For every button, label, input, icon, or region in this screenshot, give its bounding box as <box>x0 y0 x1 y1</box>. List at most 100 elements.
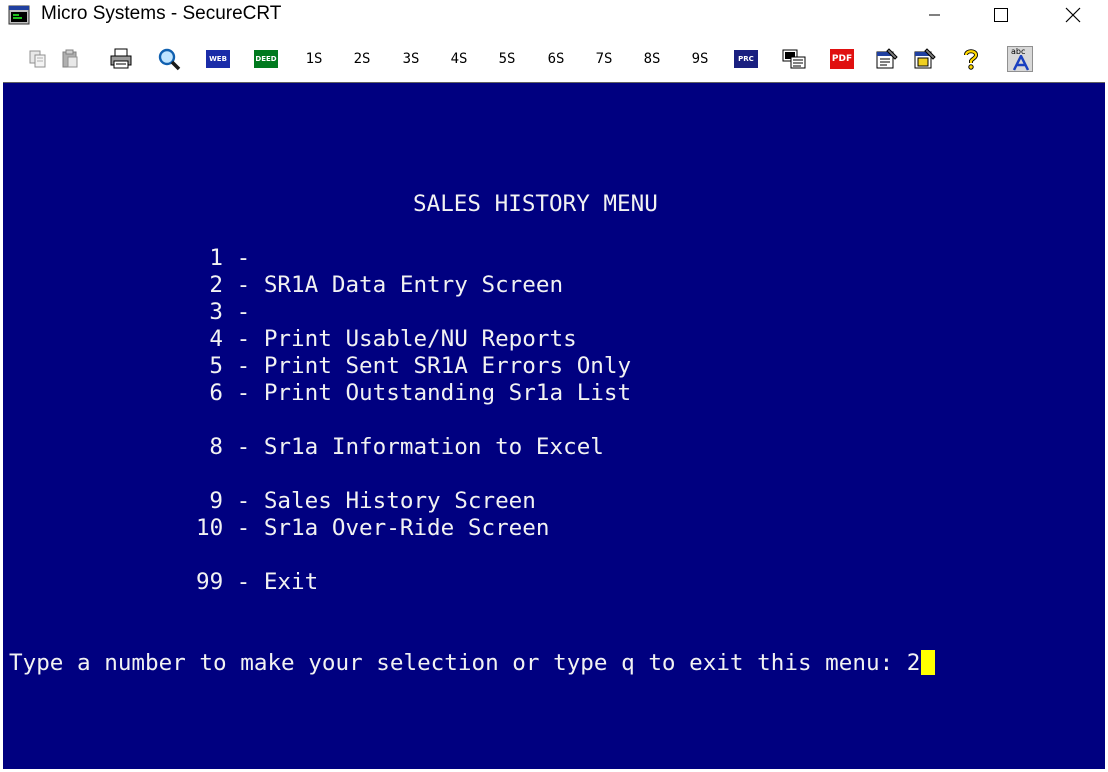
menu-item-dash: - <box>236 245 251 271</box>
menu-item: 5 - Print Sent SR1A Errors Only <box>196 353 631 380</box>
session-button-1s[interactable]: 1S <box>294 45 334 73</box>
toolbar-separator <box>145 46 146 72</box>
menu-item-number: 3 <box>209 299 223 325</box>
toolbar-separator <box>628 46 629 72</box>
proc-icon: PRC <box>734 50 758 68</box>
toolbar-separator <box>948 46 949 72</box>
menu-item-label: Print Outstanding Sr1a List <box>263 380 632 406</box>
global-options-button[interactable] <box>910 45 940 73</box>
toolbar-separator <box>771 46 772 72</box>
close-button[interactable] <box>1050 0 1096 30</box>
menu-item-number: 5 <box>209 353 223 379</box>
menu-item: 8 - Sr1a Information to Excel <box>196 434 604 461</box>
menu-item: 9 - Sales History Screen <box>196 488 536 515</box>
minimize-icon <box>929 14 940 16</box>
session-button-2s[interactable]: 2S <box>342 45 382 73</box>
session-button-8s[interactable]: 8S <box>632 45 672 73</box>
menu-item: 6 - Print Outstanding Sr1a List <box>196 380 631 407</box>
menu-item-number: 1 <box>209 245 223 271</box>
menu-item-number: 99 <box>196 569 224 595</box>
toolbar-separator <box>580 46 581 72</box>
selection-input[interactable]: 2 <box>907 650 921 676</box>
menu-item: 3 - <box>196 299 264 326</box>
session-button-7s[interactable]: 7S <box>584 45 624 73</box>
session-options-button[interactable] <box>872 45 902 73</box>
web-button[interactable]: WEB <box>202 45 234 73</box>
menu-item-label: Sr1a Over-Ride Screen <box>263 515 550 541</box>
proc-button[interactable]: PRC <box>730 45 762 73</box>
window-title: Micro Systems - SecureCRT <box>41 3 282 24</box>
session-button-9s[interactable]: 9S <box>680 45 720 73</box>
minimize-button[interactable] <box>912 0 958 30</box>
maximize-button[interactable] <box>978 0 1024 30</box>
help-icon <box>964 49 979 70</box>
help-button[interactable] <box>956 45 986 73</box>
log-session-button[interactable] <box>778 45 810 73</box>
menu-item-dash: - <box>236 353 251 379</box>
session-button-4s[interactable]: 4S <box>439 45 479 73</box>
find-button[interactable] <box>154 45 184 73</box>
spell-icon: abc <box>1007 46 1033 72</box>
print-icon <box>110 48 132 69</box>
maximize-icon <box>994 8 1008 22</box>
toolbar-separator <box>1044 46 1045 72</box>
toolbar-separator <box>996 46 997 72</box>
toolbar-separator <box>242 46 243 72</box>
menu-item: 4 - Print Usable/NU Reports <box>196 326 577 353</box>
toolbar-separator <box>338 46 339 72</box>
terminal-screen[interactable]: SALES HISTORY MENU 1 - 2 - SR1A Data Ent… <box>3 82 1105 769</box>
deed-icon: DEED <box>254 50 278 68</box>
pdf-button[interactable]: PDF <box>826 45 858 73</box>
securecrt-icon <box>8 5 30 25</box>
menu-title: SALES HISTORY MENU <box>413 191 658 217</box>
toolbar-separator <box>193 46 194 72</box>
deed-button[interactable]: DEED <box>250 45 282 73</box>
print-button[interactable] <box>106 45 136 73</box>
menu-item-dash: - <box>236 569 251 595</box>
menu-item-label: Sr1a Information to Excel <box>263 434 604 460</box>
prompt-text: Type a number to make your selection or … <box>9 650 907 676</box>
session-button-6s[interactable]: 6S <box>536 45 576 73</box>
menu-item: 99 - Exit <box>196 569 318 596</box>
global-options-icon <box>914 48 936 69</box>
menu-item-dash: - <box>236 299 251 325</box>
menu-item-number: 6 <box>209 380 223 406</box>
web-icon: WEB <box>206 50 230 68</box>
menu-item-number: 8 <box>209 434 223 460</box>
menu-item-label: Exit <box>263 569 319 595</box>
menu-item-label: SR1A Data Entry Screen <box>263 272 564 298</box>
toolbar: WEB DEED 1S 2S 3S 4S 5S 6S 7S 8S 9S PRC … <box>0 36 1108 82</box>
menu-item-dash: - <box>236 488 251 514</box>
toolbar-separator <box>14 46 15 72</box>
spell-button[interactable]: abc <box>1004 45 1036 73</box>
terminal-cursor <box>921 650 936 675</box>
find-icon <box>158 48 181 71</box>
session-button-5s[interactable]: 5S <box>487 45 527 73</box>
copy-icon <box>29 50 46 68</box>
close-icon <box>1065 7 1081 23</box>
menu-item-number: 2 <box>209 272 223 298</box>
menu-item-label: Print Sent SR1A Errors Only <box>263 353 632 379</box>
toolbar-separator <box>483 46 484 72</box>
toolbar-separator <box>724 46 725 72</box>
menu-item-dash: - <box>236 515 251 541</box>
menu-item-label: Sales History Screen <box>263 488 536 514</box>
menu-item: 1 - <box>196 245 264 272</box>
title-bar: Micro Systems - SecureCRT <box>0 0 1108 30</box>
menu-item-dash: - <box>236 380 251 406</box>
toolbar-separator <box>866 46 867 72</box>
session-button-3s[interactable]: 3S <box>391 45 431 73</box>
toolbar-separator <box>96 46 97 72</box>
menu-item-dash: - <box>236 272 251 298</box>
paste-button[interactable] <box>56 45 84 73</box>
log-session-icon <box>782 49 806 69</box>
menu-item: 2 - SR1A Data Entry Screen <box>196 272 563 299</box>
menu-item-dash: - <box>236 326 251 352</box>
toolbar-separator <box>435 46 436 72</box>
paste-icon <box>62 49 78 68</box>
toolbar-separator <box>676 46 677 72</box>
menu-item-label: Print Usable/NU Reports <box>263 326 577 352</box>
toolbar-separator <box>532 46 533 72</box>
copy-button[interactable] <box>24 45 52 73</box>
menu-item-number: 9 <box>209 488 223 514</box>
